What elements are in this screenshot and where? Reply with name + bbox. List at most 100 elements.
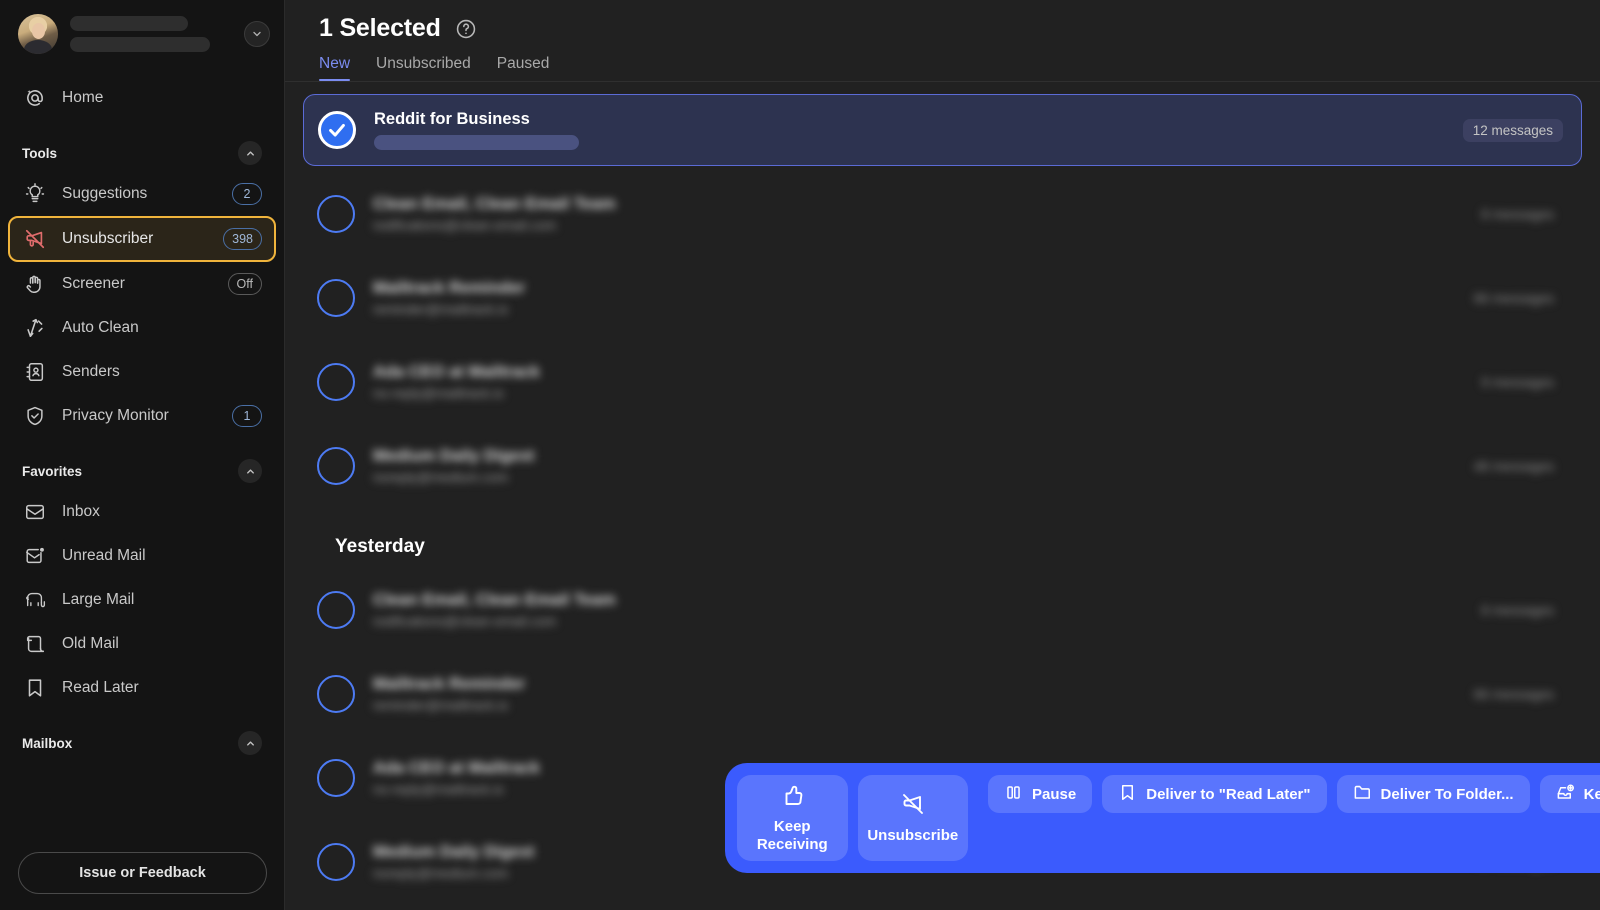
sender-name: Clean Email, Clean Email Team	[373, 195, 616, 213]
bookmark-icon	[1118, 783, 1137, 806]
sidebar-item-privacy-monitor[interactable]: Privacy Monitor 1	[10, 394, 274, 438]
pause-button[interactable]: Pause	[988, 775, 1093, 813]
keep-newest-button[interactable]: Keep Newest	[1539, 775, 1600, 813]
sidebar-item-label: Auto Clean	[62, 319, 139, 336]
sender-name: Ada CEO at Mailtrack	[373, 363, 540, 381]
sender-email: noreply@medium.com	[373, 470, 509, 485]
deliver-to-folder-button[interactable]: Deliver To Folder...	[1336, 775, 1530, 813]
checkbox-unchecked-icon[interactable]	[317, 591, 355, 629]
button-label: Unsubscribe	[867, 827, 959, 844]
lightbulb-icon	[22, 183, 48, 205]
bookmark-icon	[22, 677, 48, 699]
tab-paused[interactable]: Paused	[497, 55, 550, 81]
section-header-yesterday: Yesterday	[335, 536, 425, 557]
sidebar-item-label: Suggestions	[62, 185, 148, 202]
sidebar-item-large-mail[interactable]: Large Mail	[10, 578, 274, 622]
badge-count: 2	[232, 183, 262, 205]
page-title: 1 Selected	[319, 14, 441, 42]
sidebar-item-label: Old Mail	[62, 635, 119, 652]
sidebar-item-label: Screener	[62, 275, 125, 292]
table-row[interactable]: Reddit for Business 12 messages	[303, 94, 1582, 166]
elephant-icon	[22, 589, 48, 611]
keep-receiving-button[interactable]: Keep Receiving	[737, 775, 848, 861]
sidebar-item-label: Unread Mail	[62, 547, 146, 564]
table-row[interactable]: Mailtrack Reminder reminder@mailtrack.io…	[303, 262, 1582, 334]
envelope-dot-icon	[22, 545, 48, 567]
sidebar-item-unsubscriber[interactable]: Unsubscriber 398	[8, 216, 276, 262]
message-count: 48 messages	[1473, 458, 1554, 474]
table-row[interactable]: Ada CEO at Mailtrack no-reply@mailtrack.…	[303, 346, 1582, 418]
envelope-icon	[22, 501, 48, 523]
scroll-icon	[22, 633, 48, 655]
checkbox-unchecked-icon[interactable]	[317, 759, 355, 797]
chevron-up-icon[interactable]	[238, 141, 262, 165]
inbox-plus-icon	[1556, 783, 1575, 806]
sender-name: Clean Email, Clean Email Team	[373, 591, 616, 609]
sidebar-item-old-mail[interactable]: Old Mail	[10, 622, 274, 666]
pause-icon	[1004, 783, 1023, 806]
group-title: Favorites	[22, 463, 83, 479]
sidebar-item-read-later[interactable]: Read Later	[10, 666, 274, 710]
table-row[interactable]: Mailtrack Reminder reminder@mailtrack.io…	[303, 658, 1582, 730]
tab-bar: New Unsubscribed Paused	[319, 55, 1600, 81]
chevron-up-icon[interactable]	[238, 459, 262, 483]
sender-email: no-reply@mailtrack.io	[373, 386, 504, 401]
sidebar-item-label: Unsubscriber	[62, 230, 154, 247]
sidebar-item-screener[interactable]: Screener Off	[10, 262, 274, 306]
button-label: Deliver To Folder...	[1380, 785, 1514, 803]
badge-count: 398	[223, 228, 262, 250]
feedback-container: Issue or Feedback	[0, 842, 284, 910]
table-row[interactable]: Clean Email, Clean Email Team notificati…	[303, 574, 1582, 646]
button-label: Pause	[1032, 785, 1077, 803]
row-text: Clean Email, Clean Email Team notificati…	[373, 195, 1471, 233]
sidebar-group-tools[interactable]: Tools	[0, 134, 284, 172]
checkbox-unchecked-icon[interactable]	[317, 279, 355, 317]
sender-email-redacted	[374, 135, 579, 150]
checkbox-unchecked-icon[interactable]	[317, 675, 355, 713]
checkbox-checked-icon[interactable]	[318, 111, 356, 149]
sender-email: notifications@clean-email.com	[373, 614, 557, 629]
sidebar-item-inbox[interactable]: Inbox	[10, 490, 274, 534]
sender-name: Medium Daily Digest	[373, 447, 535, 465]
sender-name: Mailtrack Reminder	[373, 675, 526, 693]
sidebar-group-favorites[interactable]: Favorites	[0, 452, 284, 490]
checkbox-unchecked-icon[interactable]	[317, 363, 355, 401]
checkbox-unchecked-icon[interactable]	[317, 195, 355, 233]
checkbox-unchecked-icon[interactable]	[317, 843, 355, 881]
bulk-action-bar: Keep Receiving Unsubscribe Pause Deliver…	[725, 763, 1600, 873]
group-title: Tools	[22, 145, 57, 161]
checkbox-unchecked-icon[interactable]	[317, 447, 355, 485]
sidebar-group-mailbox[interactable]: Mailbox	[0, 724, 284, 762]
message-count: 12 messages	[1462, 118, 1563, 142]
message-count: 66 messages	[1473, 290, 1554, 306]
app-root: Home Tools Suggestions 2 Unsubscriber 39…	[0, 0, 1600, 910]
shield-check-icon	[22, 405, 48, 427]
sidebar-item-home[interactable]: Home	[10, 76, 274, 120]
table-row[interactable]: Medium Daily Digest noreply@medium.com 4…	[303, 430, 1582, 502]
chevron-down-icon[interactable]	[244, 21, 270, 47]
sidebar: Home Tools Suggestions 2 Unsubscriber 39…	[0, 0, 285, 910]
message-count: 8 messages	[1481, 206, 1554, 222]
unsubscribe-button[interactable]: Unsubscribe	[857, 775, 969, 861]
sidebar-item-label: Read Later	[62, 679, 139, 696]
question-circle-icon[interactable]	[455, 18, 477, 40]
tab-new[interactable]: New	[319, 55, 351, 81]
deliver-to-read-later-button[interactable]: Deliver to "Read Later"	[1102, 775, 1327, 813]
chevron-up-icon[interactable]	[238, 731, 262, 755]
tab-unsubscribed[interactable]: Unsubscribed	[376, 55, 471, 81]
message-count: 9 messages	[1481, 374, 1554, 390]
main-content: 1 Selected New Unsubscribed Paused Reddi…	[285, 0, 1600, 910]
row-text: Clean Email, Clean Email Team notificati…	[373, 591, 1471, 629]
account-row[interactable]	[0, 0, 284, 58]
row-text: Mailtrack Reminder reminder@mailtrack.io	[373, 675, 1464, 713]
issue-or-feedback-button[interactable]: Issue or Feedback	[18, 852, 267, 894]
sidebar-item-senders[interactable]: Senders	[10, 350, 274, 394]
sidebar-item-suggestions[interactable]: Suggestions 2	[10, 172, 274, 216]
sender-email: reminder@mailtrack.io	[373, 302, 509, 317]
sidebar-item-auto-clean[interactable]: Auto Clean	[10, 306, 274, 350]
sidebar-item-unread-mail[interactable]: Unread Mail	[10, 534, 274, 578]
message-count: 8 messages	[1481, 602, 1554, 618]
hand-icon	[22, 273, 48, 295]
button-label: Keep Receiving	[756, 818, 828, 853]
table-row[interactable]: Clean Email, Clean Email Team notificati…	[303, 178, 1582, 250]
